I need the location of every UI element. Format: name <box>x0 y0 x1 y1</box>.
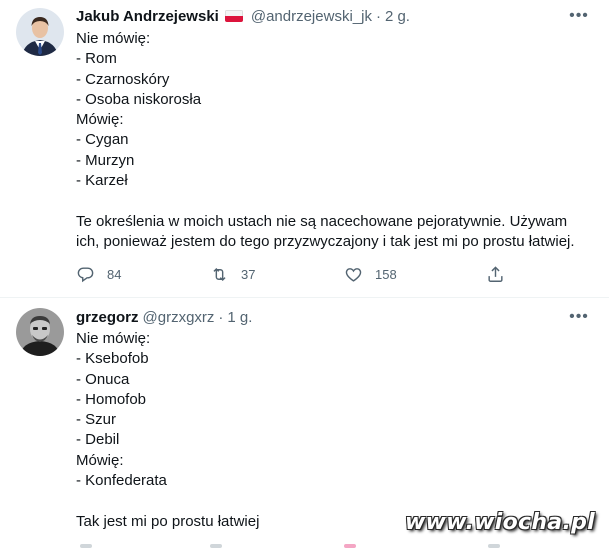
poland-flag-icon <box>224 10 243 22</box>
heart-icon[interactable] <box>344 544 356 548</box>
avatar[interactable] <box>16 8 64 56</box>
tweet-line: Mówię: <box>76 111 124 129</box>
avatar-portrait-icon <box>16 308 64 356</box>
avatar[interactable] <box>16 308 64 356</box>
retweet-icon <box>213 267 226 281</box>
tweet[interactable]: Jakub Andrzejewski @andrzejewski_jk · 2 … <box>0 0 609 298</box>
share-button[interactable] <box>486 263 517 285</box>
more-horizontal-icon[interactable]: ••• <box>569 307 589 327</box>
tweet-line: - Ksebofob <box>76 350 149 368</box>
reply-icon <box>77 266 94 282</box>
tweet-line: Nie mówię: <box>76 30 151 47</box>
share-icon[interactable] <box>488 544 500 548</box>
reply-count: 84 <box>107 266 122 282</box>
tweet-line: - Homofob <box>76 390 147 408</box>
tweet-line: - Czarnoskóry <box>76 70 170 88</box>
timestamp[interactable]: 2 g. <box>385 8 410 25</box>
tweet-header: Jakub Andrzejewski @andrzejewski_jk · 2 … <box>76 6 410 26</box>
reply-icon[interactable] <box>80 544 92 548</box>
timeline: Jakub Andrzejewski @andrzejewski_jk · 2 … <box>0 0 609 548</box>
tweet-header: grzegorz @grzxgxrz · 1 g. <box>76 307 252 327</box>
tweet-line: - Onuca <box>76 370 130 388</box>
retweet-button[interactable]: 37 <box>210 263 255 285</box>
like-count: 158 <box>375 266 397 282</box>
display-name[interactable]: grzegorz <box>76 309 139 326</box>
tweet-line: - Szur <box>76 411 117 429</box>
tweet-line: - Osoba niskorosła <box>76 90 202 108</box>
avatar-portrait-icon <box>16 8 64 56</box>
retweet-icon[interactable] <box>210 544 222 548</box>
retweet-count: 37 <box>241 266 256 282</box>
tweet-line: Nie mówię: <box>76 330 151 347</box>
reply-button[interactable]: 84 <box>76 263 121 285</box>
user-handle[interactable]: @andrzejewski_jk <box>251 8 372 25</box>
tweet-line: - Konfederata <box>76 472 167 490</box>
action-bar-partial <box>76 544 516 548</box>
timestamp[interactable]: 1 g. <box>227 309 252 326</box>
tweet-line: ich, ponieważ jestem do tego przyzwyczaj… <box>76 232 575 250</box>
tweet-line: - Cygan <box>76 131 129 149</box>
tweet-text: Nie mówię: - Rom - Czarnoskóry - Osoba n… <box>76 29 596 252</box>
user-handle[interactable]: @grzxgxrz <box>143 309 215 326</box>
tweet-line: - Debil <box>76 431 120 449</box>
tweet-line: - Karzeł <box>76 172 128 190</box>
separator: · <box>218 308 224 326</box>
tweet-actions: 84 37 158 <box>76 263 516 285</box>
heart-icon <box>345 267 362 282</box>
more-horizontal-icon[interactable]: ••• <box>569 6 589 26</box>
tweet-text: Nie mówię: - Ksebofob - Onuca - Homofob … <box>76 329 596 532</box>
share-icon <box>488 265 503 282</box>
separator: · <box>375 7 381 25</box>
tweet-line: - Rom <box>76 50 117 68</box>
like-button[interactable]: 158 <box>344 263 397 285</box>
display-name[interactable]: Jakub Andrzejewski <box>76 8 219 25</box>
tweet-line: Mówię: <box>76 451 124 469</box>
tweet-line: Te określenia w moich ustach nie są nace… <box>76 212 568 230</box>
watermark: www.wiocha.pl <box>405 510 595 535</box>
tweet-line: - Murzyn <box>76 151 135 169</box>
